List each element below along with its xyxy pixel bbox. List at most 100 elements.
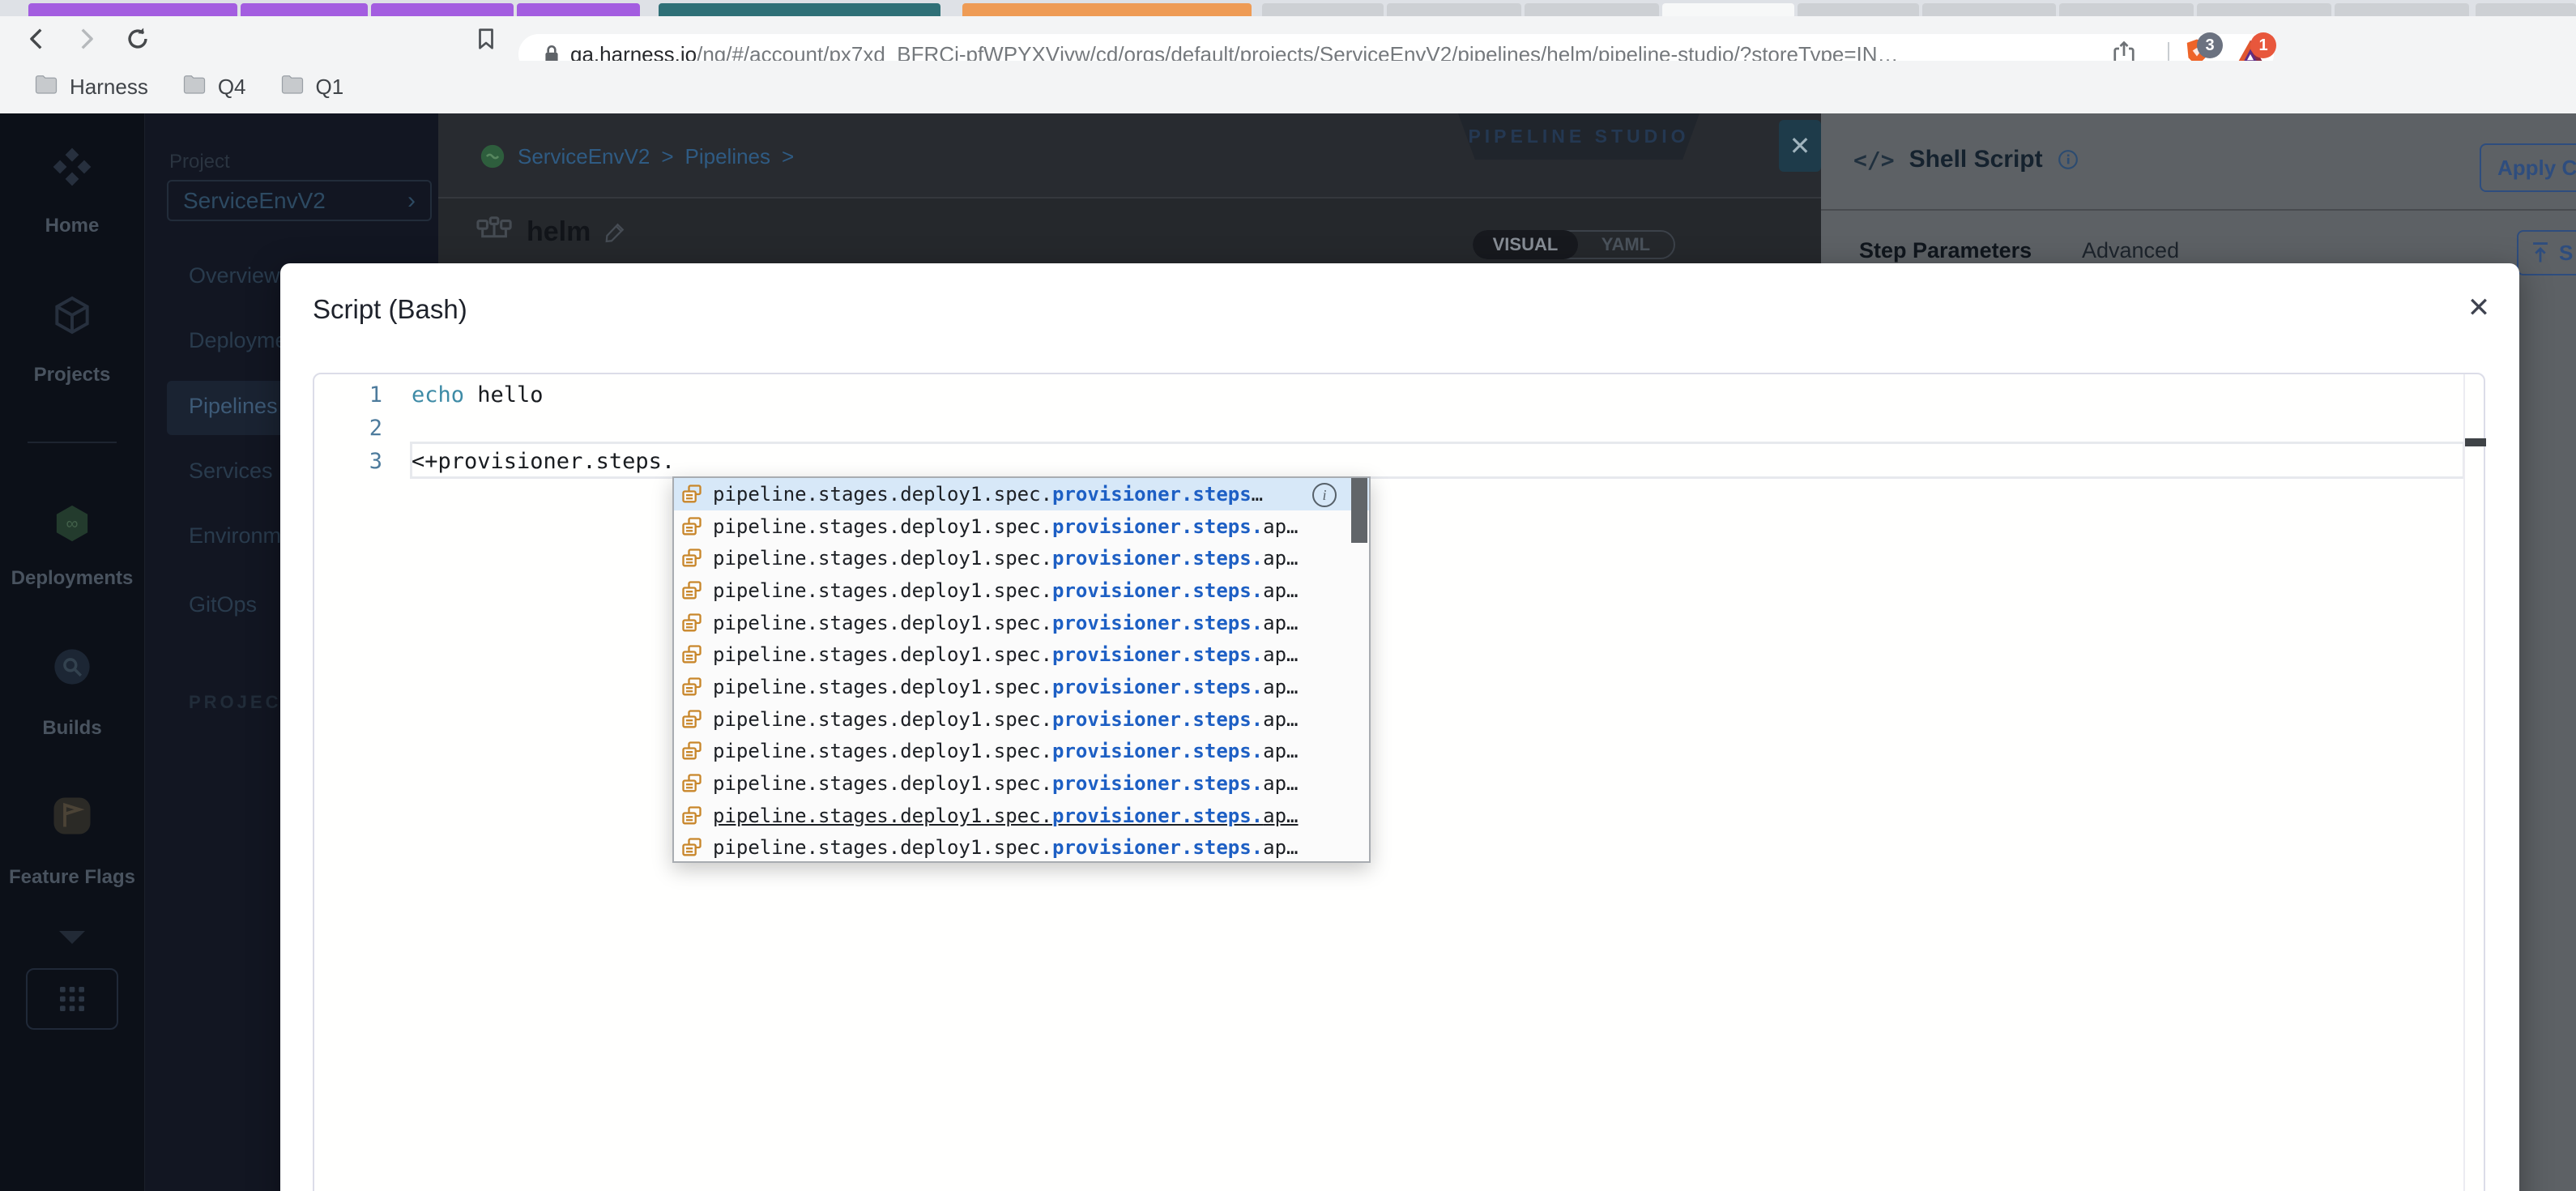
apply-changes-button[interactable]: Apply Ch <box>2480 143 2576 192</box>
browser-tab[interactable] <box>1662 3 1794 16</box>
nav-item-pipelines[interactable]: Pipelines <box>189 394 278 419</box>
suggestion-item[interactable]: pipeline.stages.deploy1.spec.provisioner… <box>674 542 1369 574</box>
back-button[interactable] <box>19 21 55 57</box>
sidebar-item-label: Home <box>45 215 100 237</box>
modal-title: Script (Bash) <box>313 294 467 324</box>
suggestion-text: pipeline.stages.deploy1.spec.provisioner… <box>713 482 1264 506</box>
breadcrumb[interactable]: ServiceEnvV2 > Pipelines > <box>479 143 794 170</box>
nav-item-overview[interactable]: Overview <box>189 263 280 288</box>
studio-close-button[interactable]: ✕ <box>1779 120 1821 172</box>
tab-step-parameters[interactable]: Step Parameters <box>1859 238 2032 263</box>
browser-tab[interactable] <box>241 3 368 16</box>
reload-button[interactable] <box>120 21 156 57</box>
pipeline-icon <box>476 216 512 238</box>
suggestion-item[interactable]: pipeline.stages.deploy1.spec.provisioner… <box>674 703 1369 736</box>
line-number: 2 <box>369 416 382 441</box>
suggestion-item[interactable]: pipeline.stages.deploy1.spec.provisioner… <box>674 607 1369 639</box>
bookmark-item[interactable]: Q4 <box>182 75 246 100</box>
canvas-header: ServiceEnvV2 > Pipelines > PIPELINE STUD… <box>438 113 1821 198</box>
editor-line[interactable]: 3 <+provisioner.steps. <box>314 445 2484 478</box>
pipeline-name: helm <box>527 216 591 247</box>
suggestion-text: pipeline.stages.deploy1.spec.provisioner… <box>713 578 1299 602</box>
browser-tab[interactable] <box>2335 3 2469 16</box>
suggestion-item[interactable]: pipeline.stages.deploy1.spec.provisioner… <box>674 478 1369 510</box>
project-avatar-icon <box>480 144 505 169</box>
browser-tab[interactable] <box>1798 3 1919 16</box>
suggestion-item[interactable]: pipeline.stages.deploy1.spec.provisioner… <box>674 736 1369 768</box>
suggestion-text: pipeline.stages.deploy1.spec.provisioner… <box>713 772 1299 796</box>
browser-tab[interactable] <box>1387 3 1521 16</box>
bookmarks-bar: Harness Q4 Q1 <box>0 61 2576 113</box>
breadcrumb-project[interactable]: ServiceEnvV2 <box>518 144 650 169</box>
folder-icon <box>280 75 305 100</box>
nav-item-gitops[interactable]: GitOps <box>189 592 257 617</box>
toggle-yaml[interactable]: YAML <box>1578 232 1674 258</box>
bookmark-item[interactable]: Harness <box>34 75 148 100</box>
harness-home-icon <box>49 144 95 194</box>
sidebar-item-feature-flags[interactable] <box>0 794 144 842</box>
suggestion-item[interactable]: pipeline.stages.deploy1.spec.provisioner… <box>674 638 1369 671</box>
pipeline-title-row: helm <box>476 216 628 248</box>
sidebar-item-projects[interactable] <box>0 292 144 342</box>
chevron-down-icon[interactable] <box>0 927 144 948</box>
toggle-visual[interactable]: VISUAL <box>1473 230 1578 259</box>
browser-tabstrip[interactable] <box>0 0 2576 16</box>
script-code-editor[interactable]: 1 echo hello 2 3 <+provisioner.steps. <box>313 373 2486 1191</box>
browser-tab[interactable] <box>1922 3 2056 16</box>
suggestion-text: pipeline.stages.deploy1.spec.provisioner… <box>713 836 1299 860</box>
forward-button[interactable] <box>68 21 104 57</box>
popup-scrollbar[interactable] <box>1351 478 1367 543</box>
step-panel-header: </> Shell Script <box>1853 146 2079 173</box>
reference-icon <box>680 515 703 538</box>
module-grid-button[interactable] <box>0 968 144 1030</box>
suggestion-text: pipeline.stages.deploy1.spec.provisioner… <box>713 675 1299 698</box>
reference-icon <box>680 547 703 570</box>
sidebar-item-builds[interactable] <box>0 646 144 692</box>
step-panel-title: Shell Script <box>1909 146 2043 173</box>
suggestion-item[interactable]: pipeline.stages.deploy1.spec.provisioner… <box>674 800 1369 832</box>
module-sidebar: Home Projects ∞ Deployments Builds Feature Fl… <box>0 113 144 1191</box>
feature-flags-icon <box>50 794 94 842</box>
reference-icon <box>680 676 703 698</box>
suggestion-item[interactable]: pipeline.stages.deploy1.spec.provisioner… <box>674 767 1369 800</box>
breadcrumb-section[interactable]: Pipelines <box>685 144 771 169</box>
browser-tab[interactable] <box>28 3 237 16</box>
overview-cursor-marker <box>2465 438 2486 446</box>
sidebar-item-label: Builds <box>42 717 102 739</box>
browser-tab[interactable] <box>517 3 640 16</box>
reference-icon <box>680 643 703 666</box>
edit-pencil-icon[interactable] <box>603 220 628 244</box>
browser-tab[interactable] <box>1525 3 1659 16</box>
sidebar-item-home[interactable] <box>0 144 144 194</box>
pipeline-studio-badge: PIPELINE STUDIO <box>1458 113 1700 160</box>
nav-item-services[interactable]: Services <box>189 459 273 484</box>
breadcrumb-separator: > <box>661 143 674 169</box>
editor-line[interactable]: 2 <box>314 412 2484 445</box>
reference-icon <box>680 708 703 731</box>
info-icon[interactable] <box>2058 149 2079 170</box>
bookmark-label: Q4 <box>217 75 246 99</box>
browser-tab[interactable] <box>2197 3 2331 16</box>
browser-tab[interactable] <box>659 3 940 16</box>
code-text: echo hello <box>412 382 544 408</box>
browser-tab[interactable] <box>962 3 1252 16</box>
browser-tab[interactable] <box>2476 3 2576 16</box>
suggestion-item[interactable]: pipeline.stages.deploy1.spec.provisioner… <box>674 671 1369 703</box>
modal-close-button[interactable]: ✕ <box>2461 290 2497 326</box>
browser-tab[interactable] <box>371 3 514 16</box>
save-as-template-button[interactable]: S <box>2517 230 2576 275</box>
sidebar-separator <box>28 442 117 443</box>
sidebar-item-deployments[interactable]: ∞ <box>0 501 144 550</box>
bookmark-item[interactable]: Q1 <box>280 75 343 100</box>
suggestion-item[interactable]: pipeline.stages.deploy1.spec.provisioner… <box>674 510 1369 543</box>
suggestion-item[interactable]: pipeline.stages.deploy1.spec.provisioner… <box>674 832 1369 864</box>
suggestion-item[interactable]: pipeline.stages.deploy1.spec.provisioner… <box>674 574 1369 607</box>
browser-tab[interactable] <box>2059 3 2194 16</box>
browser-tab[interactable] <box>1262 3 1384 16</box>
bookmark-icon[interactable] <box>468 21 504 57</box>
project-selector[interactable]: ServiceEnvV2 › <box>167 180 432 221</box>
tab-advanced[interactable]: Advanced <box>2082 238 2179 263</box>
editor-line[interactable]: 1 echo hello <box>314 378 2484 412</box>
suggestion-info-icon[interactable]: i <box>1312 483 1337 507</box>
sidebar-item-label: Projects <box>33 364 111 386</box>
